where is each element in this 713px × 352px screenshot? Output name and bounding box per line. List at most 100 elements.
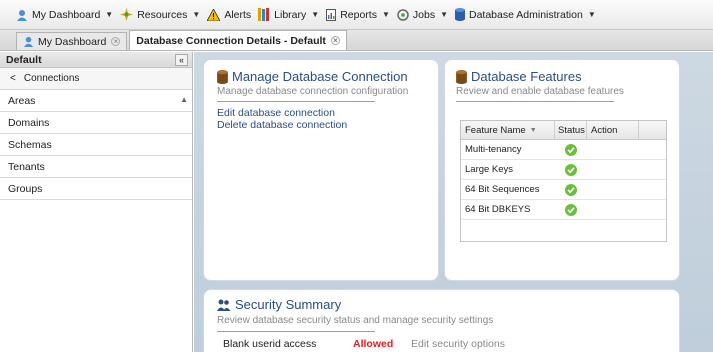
scroll-up-icon[interactable]: ▲ xyxy=(180,95,188,104)
check-icon xyxy=(565,143,577,156)
tab-database-connection-details[interactable]: Database Connection Details - Default × xyxy=(129,30,347,50)
column-header-action[interactable]: Action xyxy=(587,121,639,139)
feature-name-cell: Large Keys xyxy=(465,164,514,175)
status-cell xyxy=(555,163,587,176)
caret-down-icon: ▼ xyxy=(105,10,114,19)
column-header-status[interactable]: Status xyxy=(555,121,587,139)
tab-label: My Dashboard xyxy=(38,35,107,48)
table-row[interactable]: 64 Bit Sequences xyxy=(461,180,666,200)
reports-icon xyxy=(326,8,337,21)
panel-title-text: Security Summary xyxy=(235,297,342,312)
sidebar-item-schemas[interactable]: Schemas xyxy=(0,134,192,156)
library-icon xyxy=(258,8,270,21)
sidebar-item-label: Groups xyxy=(8,182,43,195)
status-cell xyxy=(555,183,587,196)
edit-security-options-link[interactable]: Edit security options xyxy=(411,338,505,350)
menu-label: Library xyxy=(274,8,307,21)
caret-down-icon: ▼ xyxy=(381,10,390,19)
close-icon[interactable]: × xyxy=(111,37,121,46)
table-row[interactable]: Large Keys xyxy=(461,160,666,180)
sidebar-title: Default xyxy=(6,53,42,66)
menu-reports[interactable]: Reports ▼ xyxy=(326,8,390,21)
column-label: Feature Name xyxy=(465,124,526,136)
security-status: Allowed xyxy=(353,338,394,350)
panel-title-text: Manage Database Connection xyxy=(232,69,408,84)
features-table-header: Feature Name ▼ Status Action xyxy=(461,121,666,140)
security-label: Blank userid access xyxy=(223,338,317,350)
divider xyxy=(217,331,375,332)
security-row: Blank userid access Allowed Edit securit… xyxy=(223,338,505,350)
sidebar-item-label: Tenants xyxy=(8,160,45,173)
menu-my-dashboard[interactable]: My Dashboard ▼ xyxy=(16,9,113,21)
sort-down-icon: ▼ xyxy=(529,126,537,134)
divider xyxy=(217,101,375,102)
features-table: Feature Name ▼ Status Action Multi-tenanc… xyxy=(460,120,667,242)
column-label: Action xyxy=(591,124,618,136)
divider xyxy=(456,101,614,102)
column-header-feature-name[interactable]: Feature Name ▼ xyxy=(461,121,555,139)
sidebar-item-areas[interactable]: Areas xyxy=(0,90,192,112)
manage-connection-subtitle: Manage database connection configuration xyxy=(217,86,409,97)
content-area: Manage Database Connection Manage databa… xyxy=(194,52,713,352)
warning-icon xyxy=(207,8,221,21)
status-cell xyxy=(555,143,587,156)
tab-bar: My Dashboard × Database Connection Detai… xyxy=(0,30,713,51)
menu-resources[interactable]: Resources ▼ xyxy=(120,8,200,21)
menu-label: Jobs xyxy=(412,8,436,21)
delete-connection-link[interactable]: Delete database connection xyxy=(217,119,347,131)
database-icon xyxy=(456,69,467,84)
feature-name-cell: 64 Bit DBKEYS xyxy=(465,204,531,215)
caret-down-icon: ▼ xyxy=(311,10,320,19)
menu-jobs[interactable]: Jobs ▼ xyxy=(397,9,448,21)
menu-database-administration[interactable]: Database Administration ▼ xyxy=(455,8,596,21)
menu-label: Database Administration xyxy=(469,8,583,21)
tab-label: Database Connection Details - Default xyxy=(136,34,326,47)
database-icon xyxy=(455,8,465,21)
top-menu-bar: My Dashboard ▼ Resources ▼ Alerts Librar… xyxy=(0,0,713,30)
sidebar-item-label: Schemas xyxy=(8,138,52,151)
check-icon xyxy=(565,183,577,196)
feature-name-cell: 64 Bit Sequences xyxy=(465,184,540,195)
edit-connection-link[interactable]: Edit database connection xyxy=(217,107,335,119)
menu-alerts[interactable]: Alerts xyxy=(207,8,251,21)
users-icon xyxy=(217,299,231,311)
caret-down-icon: ▼ xyxy=(587,10,596,19)
check-icon xyxy=(565,203,577,216)
jobs-icon xyxy=(397,8,409,21)
tab-my-dashboard[interactable]: My Dashboard × xyxy=(16,32,128,50)
status-cell xyxy=(555,203,587,216)
sidebar-item-domains[interactable]: Domains xyxy=(0,112,192,134)
caret-down-icon: ▼ xyxy=(192,10,201,19)
security-summary-title: Security Summary xyxy=(217,297,341,312)
caret-down-icon: ▼ xyxy=(440,10,448,19)
database-icon xyxy=(217,69,228,84)
database-features-subtitle: Review and enable database features xyxy=(456,86,624,97)
panel-title-text: Database Features xyxy=(471,69,582,84)
column-label: Status xyxy=(558,124,585,136)
menu-library[interactable]: Library ▼ xyxy=(258,8,319,21)
sidebar-sub-label: Connections xyxy=(23,73,80,84)
sidebar: Default « < Connections ▲ Areas Domains … xyxy=(0,52,193,352)
sidebar-item-tenants[interactable]: Tenants xyxy=(0,156,192,178)
security-summary-panel: Security Summary Review database securit… xyxy=(203,289,680,352)
table-row[interactable]: 64 Bit DBKEYS xyxy=(461,200,666,220)
chevron-left-icon: < xyxy=(10,73,16,84)
user-icon xyxy=(16,9,28,21)
table-row[interactable]: Multi-tenancy xyxy=(461,140,666,160)
manage-connection-title: Manage Database Connection xyxy=(217,69,408,84)
sidebar-item-label: Areas xyxy=(8,94,36,107)
menu-label: My Dashboard xyxy=(32,8,101,21)
sidebar-back-connections[interactable]: < Connections xyxy=(0,68,192,90)
close-icon[interactable]: × xyxy=(330,36,340,45)
check-icon xyxy=(565,163,577,176)
collapse-icon[interactable]: « xyxy=(175,53,188,66)
feature-name-cell: Multi-tenancy xyxy=(465,144,522,155)
resources-icon xyxy=(120,8,134,21)
sidebar-list: ▲ Areas Domains Schemas Tenants Groups xyxy=(0,90,192,200)
database-features-title: Database Features xyxy=(456,69,582,84)
manage-connection-panel: Manage Database Connection Manage databa… xyxy=(203,59,439,281)
menu-label: Resources xyxy=(137,8,188,21)
menu-label: Reports xyxy=(340,8,377,21)
sidebar-item-groups[interactable]: Groups xyxy=(0,178,192,200)
security-summary-subtitle: Review database security status and mana… xyxy=(217,315,494,326)
